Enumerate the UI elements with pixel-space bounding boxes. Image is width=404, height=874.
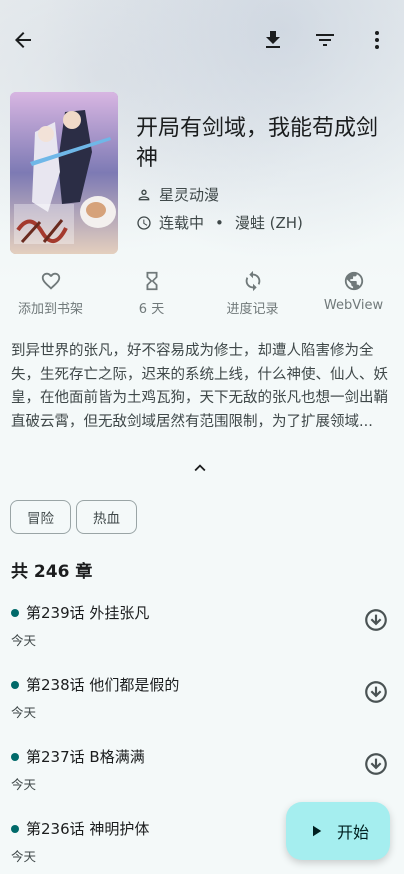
author-name: 星灵动漫: [159, 186, 220, 204]
clock-icon: [137, 215, 151, 230]
manga-info: 开局有剑域，我能苟成剑神 星灵动漫 连载中 • 漫蛙 (ZH): [10, 92, 394, 254]
genre-chip[interactable]: 冒险: [10, 500, 71, 534]
filter-icon: [316, 34, 334, 46]
publication-status: 连载中: [159, 214, 205, 232]
action-bar: 添加到书架 6 天 进度记录 WebView: [0, 270, 404, 320]
webview-label: WebView: [323, 298, 384, 313]
download-circle-icon: [365, 753, 387, 775]
description[interactable]: 到异世界的张凡，好不容易成为修士，却遭人陷害修为全失，生死存亡之际，迟来的系统上…: [11, 340, 395, 434]
back-button[interactable]: [3, 20, 43, 60]
chapter-date: 今天: [11, 705, 37, 720]
chapter-date: 今天: [11, 633, 37, 648]
chapter-name: 第237话 B格满满: [26, 748, 145, 766]
update-interval-button[interactable]: 6 天: [101, 270, 202, 320]
person-icon: [138, 189, 150, 200]
collapse-description-button[interactable]: [188, 456, 212, 480]
chapter-item[interactable]: 第239话 外挂张凡 今天: [0, 592, 404, 662]
unread-dot-icon: [11, 609, 19, 617]
hourglass-icon: [146, 271, 157, 291]
unread-dot-icon: [11, 753, 19, 761]
download-circle-icon: [365, 681, 387, 703]
arrow-back-icon: [15, 32, 31, 48]
unread-dot-icon: [11, 825, 19, 833]
chevron-up-icon: [194, 464, 206, 472]
webview-button[interactable]: WebView: [303, 270, 404, 320]
chapter-item[interactable]: 第238话 他们都是假的 今天: [0, 664, 404, 734]
genre-tags: 冒险 热血: [10, 500, 137, 534]
tracking-label: 进度记录: [226, 302, 279, 317]
sync-icon: [245, 270, 260, 292]
author-row[interactable]: 星灵动漫: [136, 184, 219, 205]
chapter-count: 共 246 章: [11, 562, 93, 582]
update-interval-label: 6 天: [138, 302, 165, 317]
chapter-name: 第238话 他们都是假的: [26, 676, 180, 694]
tracking-button[interactable]: 进度记录: [202, 270, 303, 320]
chapter-date: 今天: [11, 777, 37, 792]
more-vert-icon: [375, 31, 379, 49]
heart-outline-icon: [41, 272, 60, 290]
source-name: 漫蛙 (ZH): [234, 214, 303, 232]
chapter-download-button[interactable]: [362, 678, 390, 706]
cover-art: [10, 92, 118, 254]
more-options-button[interactable]: [357, 20, 397, 60]
chapter-name: 第239话 外挂张凡: [26, 604, 150, 622]
chapter-download-button[interactable]: [362, 606, 390, 634]
unread-dot-icon: [11, 681, 19, 689]
add-to-library-button[interactable]: 添加到书架: [0, 270, 101, 320]
chapter-item[interactable]: 第237话 B格满满 今天: [0, 736, 404, 806]
play-icon: [312, 825, 322, 837]
genre-chip[interactable]: 热血: [76, 500, 137, 534]
status-row: 连载中 • 漫蛙 (ZH): [136, 212, 303, 233]
start-reading-label: 开始: [336, 823, 369, 842]
meta-separator: •: [215, 213, 224, 232]
download-circle-icon: [365, 609, 387, 631]
chapter-download-button[interactable]: [362, 750, 390, 778]
add-to-library-label: 添加到书架: [17, 302, 83, 317]
manga-title: 开局有剑域，我能苟成剑神: [136, 116, 379, 171]
globe-icon: [344, 271, 363, 291]
chapter-date: 今天: [11, 849, 37, 864]
cover-image[interactable]: [10, 92, 118, 254]
start-reading-button[interactable]: 开始: [286, 802, 390, 860]
top-app-bar: [0, 0, 404, 80]
download-button[interactable]: [253, 20, 293, 60]
download-icon: [266, 31, 280, 48]
chapter-name: 第236话 神明护体: [26, 820, 150, 838]
filter-button[interactable]: [305, 20, 345, 60]
